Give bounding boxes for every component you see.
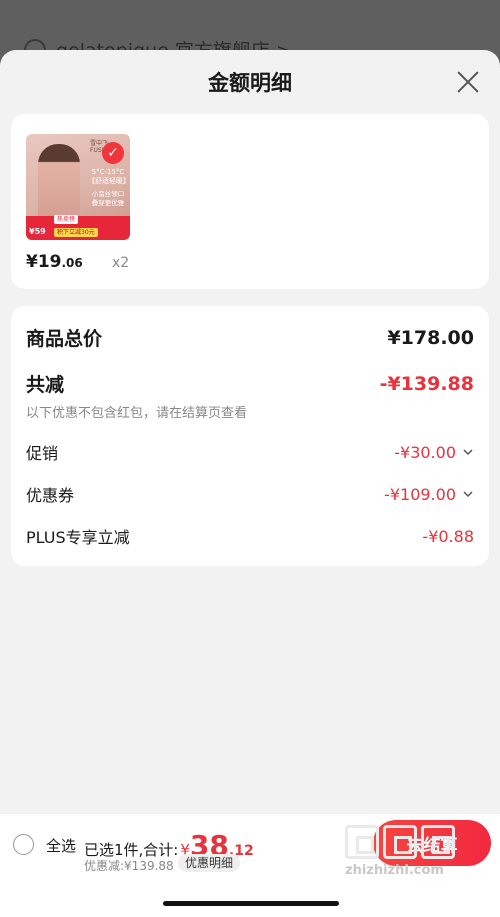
close-icon[interactable] xyxy=(454,68,482,96)
thumbnail-promo: 积下立减30元 xyxy=(54,228,98,237)
check-icon: ✓ xyxy=(102,142,124,164)
thumbnail-price: ¥59 xyxy=(29,227,46,236)
amount-detail-sheet: 金额明细 雪中飞 FUSIRAGE ✓ 5°C-15°C 【舒适轻暖】 小蛮丝领… xyxy=(0,50,500,917)
product-card: 雪中飞 FUSIRAGE ✓ 5°C-15°C 【舒适轻暖】 小蛮丝领口 叠穿更… xyxy=(11,114,489,289)
watermark-url: zhizhizhi.com xyxy=(345,863,444,878)
discount-note: 以下优惠不包含红包，请在结算页查看 xyxy=(26,406,248,421)
promo-value: -¥30.00 xyxy=(394,442,456,462)
watermark-logo-box xyxy=(383,825,417,859)
plus-label: PLUS专享立减 xyxy=(26,528,130,547)
watermark: zhizhizhi.com xyxy=(345,825,495,885)
promo-value-wrap: -¥30.00 xyxy=(394,443,474,462)
sheet-header: 金额明细 xyxy=(0,50,500,114)
total-row: 商品总价 ¥178.00 xyxy=(26,324,474,351)
thumbnail-tags: 小蛮丝领口 叠穿更优雅 xyxy=(91,190,125,207)
reduce-value: -¥139.88 xyxy=(379,372,474,395)
watermark-logo xyxy=(345,825,495,859)
reduce-label: 共减 xyxy=(26,374,65,396)
reduce-row: 共减 -¥139.88 xyxy=(26,370,474,397)
model-figure xyxy=(38,144,80,224)
watermark-logo-box xyxy=(345,825,379,859)
select-all-label[interactable]: 全选 xyxy=(46,835,76,856)
coupon-value: -¥109.00 xyxy=(384,484,456,504)
coupon-value-wrap: -¥109.00 xyxy=(384,485,474,504)
summary-card: 商品总价 ¥178.00 共减 -¥139.88 以下优惠不包含红包，请在结算页… xyxy=(11,306,489,566)
product-price: ¥19.06 xyxy=(26,252,83,272)
plus-value: -¥0.88 xyxy=(422,526,474,546)
select-all-radio-icon[interactable] xyxy=(13,834,34,855)
plus-value-wrap: -¥0.88 xyxy=(422,527,474,546)
promo-label: 促销 xyxy=(26,444,59,463)
plus-row: PLUS专享立减 -¥0.88 xyxy=(26,524,474,548)
sheet-title: 金额明细 xyxy=(208,71,292,95)
home-indicator[interactable] xyxy=(163,901,339,906)
chevron-down-icon[interactable] xyxy=(462,488,474,500)
total-value: ¥178.00 xyxy=(387,326,474,349)
coupon-row[interactable]: 优惠券 -¥109.00 xyxy=(26,482,474,506)
product-price-int: ¥19 xyxy=(26,252,62,272)
thumbnail-strip-top: 热卖榜 xyxy=(54,215,79,224)
thumbnail-temp: 5°C-15°C 【舒适轻暖】 xyxy=(88,168,130,185)
product-quantity: x2 xyxy=(112,255,130,271)
discount-detail-button[interactable]: 优惠明细 xyxy=(178,854,241,872)
product-thumbnail[interactable]: 雪中飞 FUSIRAGE ✓ 5°C-15°C 【舒适轻暖】 小蛮丝领口 叠穿更… xyxy=(26,134,130,240)
chevron-down-icon[interactable] xyxy=(462,446,474,458)
promo-row[interactable]: 促销 -¥30.00 xyxy=(26,440,474,464)
watermark-logo-box xyxy=(421,825,455,859)
discount-total: 优惠减:¥139.88 xyxy=(84,859,174,873)
coupon-label: 优惠券 xyxy=(26,486,75,505)
product-price-dec: .06 xyxy=(61,256,83,270)
total-label: 商品总价 xyxy=(26,328,103,350)
